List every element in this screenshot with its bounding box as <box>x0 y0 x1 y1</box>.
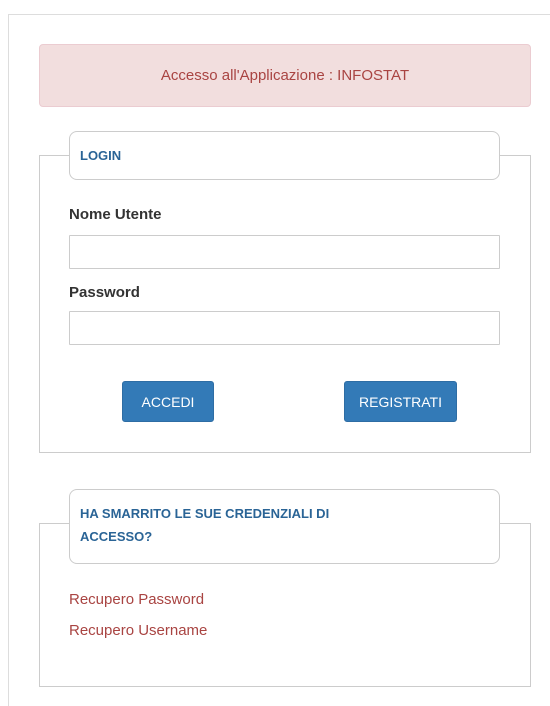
recover-legend-line2: ACCESSO? <box>80 529 153 544</box>
login-button[interactable]: ACCEDI <box>122 381 214 422</box>
recover-username-link[interactable]: Recupero Username <box>69 622 207 639</box>
recover-password-link[interactable]: Recupero Password <box>69 591 204 608</box>
app-access-alert: Accesso all'Applicazione : INFOSTAT <box>39 44 531 107</box>
recover-legend: HA SMARRITO LE SUE CREDENZIALI DI ACCESS… <box>69 489 500 564</box>
login-legend: LOGIN <box>69 131 500 180</box>
alert-text: Accesso all'Applicazione : INFOSTAT <box>160 67 410 84</box>
register-button[interactable]: REGISTRATI <box>344 381 457 422</box>
password-input[interactable] <box>69 311 500 345</box>
password-label: Password <box>69 284 140 301</box>
username-input[interactable] <box>69 235 500 269</box>
login-fieldset <box>39 155 531 453</box>
username-label: Nome Utente <box>69 206 162 223</box>
recover-legend-line1: HA SMARRITO LE SUE CREDENZIALI DI <box>80 506 330 521</box>
login-legend-text: LOGIN <box>80 148 122 163</box>
